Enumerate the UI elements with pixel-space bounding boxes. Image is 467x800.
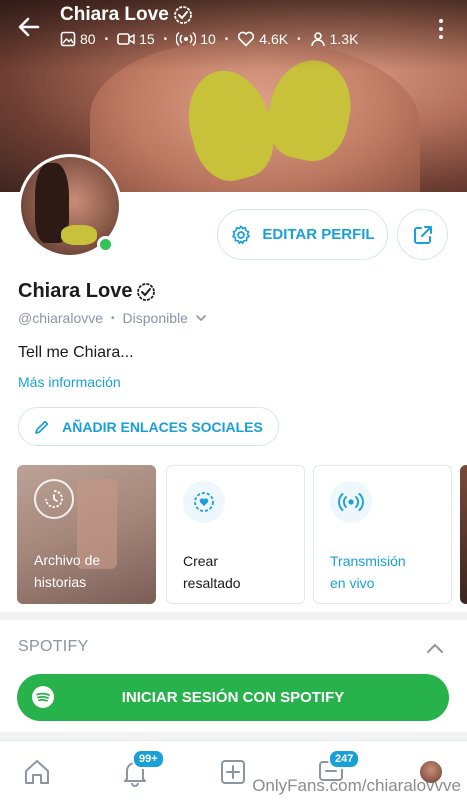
stat-videos: 15 [117, 31, 155, 47]
more-options-button[interactable] [431, 16, 451, 42]
edit-profile-button[interactable]: EDITAR PERFIL [217, 209, 388, 260]
availability-status[interactable]: Disponible [123, 310, 188, 326]
watermark: OnlyFans.com/chiaralovvve [252, 776, 461, 795]
highlight-label: Transmisión en vivo [330, 553, 406, 591]
heart-icon [238, 31, 255, 47]
highlight-label: Archivo de historias [34, 552, 101, 590]
more-vertical-icon [439, 19, 443, 23]
user-icon [310, 32, 325, 47]
spotify-icon [32, 686, 54, 708]
highlight-live-stream[interactable]: Transmisión en vivo [313, 465, 452, 604]
chevron-up-icon[interactable] [425, 640, 445, 656]
nav-notifications[interactable]: 99+ [118, 749, 165, 789]
highlight-create[interactable]: Crear resaltado [166, 465, 305, 604]
header-name: Chiara Love [60, 4, 169, 25]
highlight-next-peek[interactable] [460, 465, 467, 604]
add-social-links-button[interactable]: AÑADIR ENLACES SOCIALES [18, 407, 279, 446]
broadcast-icon [176, 31, 197, 47]
pencil-icon [35, 420, 49, 434]
section-divider [0, 612, 467, 620]
username: @chiaralovve [18, 310, 104, 326]
nav-new-post[interactable] [216, 755, 250, 789]
verified-icon [173, 6, 192, 24]
back-button[interactable] [14, 12, 44, 42]
spotify-login-button[interactable]: INICIAR SESIÓN CON SPOTIFY [17, 674, 449, 721]
handle-row: @chiaralovve • Disponible [18, 310, 209, 326]
history-icon [34, 479, 74, 519]
online-indicator [97, 236, 114, 253]
nav-home[interactable] [20, 755, 54, 789]
stat-fans: 1.3K [310, 31, 358, 47]
section-divider [0, 732, 467, 740]
more-info-link[interactable]: Más información [18, 374, 121, 390]
broadcast-icon [330, 481, 372, 523]
share-icon [413, 225, 432, 244]
top-bar: Chiara Love 80 • 15 • 10 • 4.6K • 1.3K [0, 0, 467, 60]
arrow-left-icon [18, 17, 40, 37]
stat-streams: 10 [176, 31, 216, 47]
notifications-badge: 99+ [132, 749, 165, 769]
spotify-heading: SPOTIFY [18, 638, 89, 655]
heart-circle-icon [183, 481, 225, 523]
share-button[interactable] [397, 209, 448, 260]
stat-likes: 4.6K [237, 31, 288, 47]
gear-icon [232, 224, 251, 244]
plus-square-icon [221, 760, 245, 784]
highlight-label: Crear resaltado [183, 553, 241, 591]
stat-photos: 80 [60, 31, 96, 47]
home-icon [25, 760, 49, 784]
highlight-story-archive[interactable]: Archivo de historias [17, 465, 156, 604]
verified-icon [137, 282, 156, 301]
bio-text: Tell me Chiara... [18, 344, 134, 361]
messages-badge: 247 [328, 749, 361, 769]
video-icon [117, 33, 135, 45]
header-stats: 80 • 15 • 10 • 4.6K • 1.3K [60, 31, 358, 47]
header-title: Chiara Love [60, 4, 193, 26]
image-icon [60, 31, 76, 47]
chevron-down-icon[interactable] [193, 310, 209, 326]
profile-name: Chiara Love [18, 280, 156, 303]
